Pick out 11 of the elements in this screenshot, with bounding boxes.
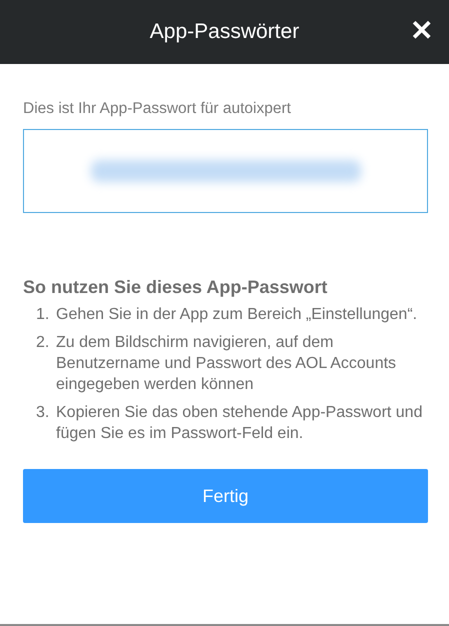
step-number: 1.	[36, 305, 50, 325]
step-number: 3.	[36, 403, 50, 423]
step-text: Gehen Sie in der App zum Bereich „Einstellungen“.	[56, 305, 418, 325]
password-label: Dies ist Ihr App-Passwort für autoixpert	[23, 100, 292, 118]
step-text: Zu dem Bildschirm navigieren, auf dem Benutzername und Passwort des AOL Accounts eingegeben werden können	[56, 333, 398, 395]
close-button[interactable]: ✕	[410, 14, 433, 48]
step-number: 2.	[36, 333, 50, 353]
password-field[interactable]	[23, 129, 428, 213]
instructions-heading: So nutzen Sie dieses App-Passwort	[23, 277, 328, 298]
dialog-title: App-Passwörter	[150, 20, 300, 44]
step-text: Kopieren Sie das oben stehende App-Passwort und fügen Sie es im Passwort-Feld ein.	[56, 403, 424, 444]
